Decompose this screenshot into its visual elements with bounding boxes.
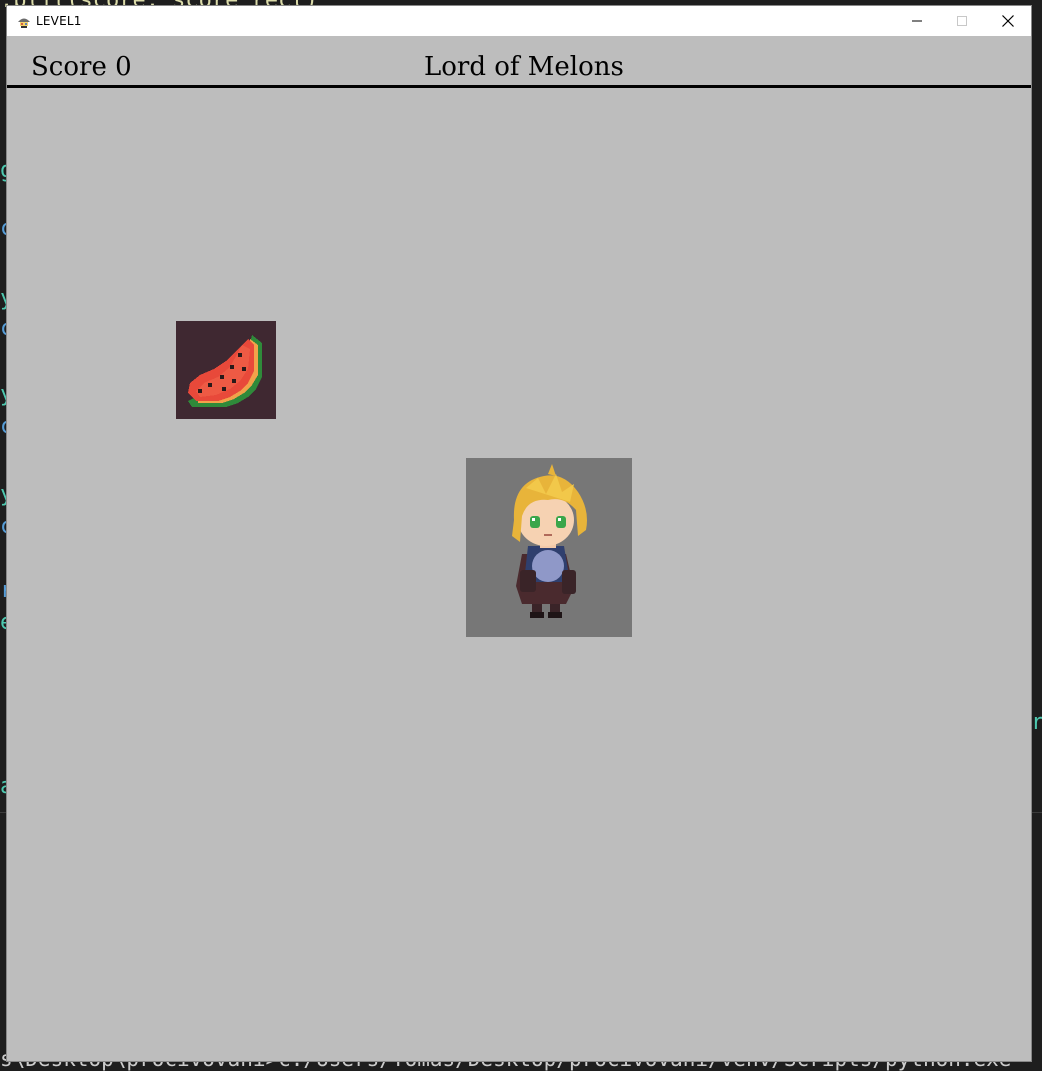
minimize-icon xyxy=(912,20,922,22)
watermelon-sprite xyxy=(176,321,276,419)
minimize-button[interactable] xyxy=(894,6,940,36)
pygame-icon xyxy=(16,13,32,29)
background-code-edge: r xyxy=(1031,710,1042,735)
game-window: LEVEL1 Score 0 Lord of Melons xyxy=(7,6,1031,1061)
close-button[interactable] xyxy=(985,6,1031,36)
window-title: LEVEL1 xyxy=(36,14,82,28)
hud-bar: Score 0 Lord of Melons xyxy=(7,36,1031,88)
watermelon-icon xyxy=(188,335,262,407)
title-bar[interactable]: LEVEL1 xyxy=(7,6,1031,36)
game-title: Lord of Melons xyxy=(424,52,624,82)
maximize-icon xyxy=(957,16,967,26)
close-icon xyxy=(1002,15,1014,27)
player-sprite xyxy=(466,458,632,637)
score-label: Score 0 xyxy=(31,52,132,82)
player-character-icon xyxy=(512,464,587,618)
maximize-button[interactable] xyxy=(939,6,985,36)
